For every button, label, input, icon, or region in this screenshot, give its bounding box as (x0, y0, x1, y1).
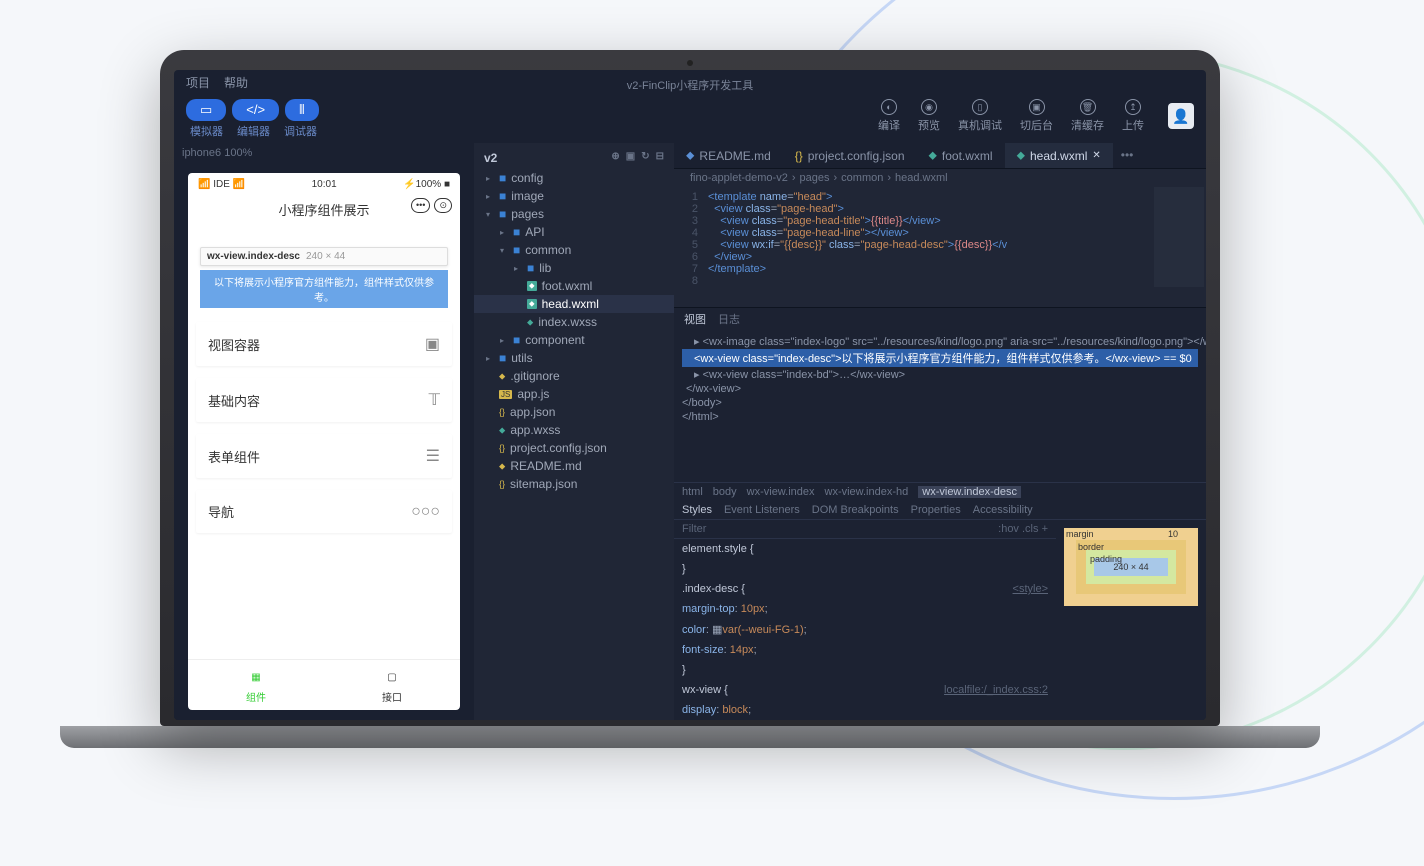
tab-api[interactable]: ▢接口 (324, 660, 460, 710)
file-gitignore[interactable]: ⬥.gitignore (474, 367, 674, 385)
dots-icon: ○○○ (411, 503, 440, 521)
file-app-json[interactable]: {}app.json (474, 403, 674, 421)
styles-panel[interactable]: Filter:hov .cls + element.style { } <sty… (674, 520, 1056, 720)
editor-panel: ⬥README.md {}project.config.json ⬥foot.w… (674, 143, 1206, 720)
file-sitemap[interactable]: {}sitemap.json (474, 475, 674, 493)
folder-config[interactable]: ▸■config (474, 169, 674, 187)
file-index-wxss[interactable]: ⬥index.wxss (474, 313, 674, 331)
elements-tree[interactable]: ▸ <wx-image class="index-logo" src="../r… (674, 330, 1206, 482)
collapse-icon[interactable]: ⊟ (656, 151, 664, 165)
camera-dot (687, 60, 693, 66)
folder-pages[interactable]: ▾■pages (474, 205, 674, 223)
dom-breakpoints-tab[interactable]: DOM Breakpoints (812, 504, 899, 516)
project-root[interactable]: v2 (484, 151, 497, 165)
mode-editor-button[interactable]: </> (232, 99, 279, 121)
breadcrumb: fino-applet-demo-v2›pages›common›head.wx… (674, 169, 1206, 187)
devtools: 视图日志 ▸ <wx-image class="index-logo" src=… (674, 307, 1206, 720)
avatar[interactable]: 👤 (1168, 103, 1194, 129)
list-item[interactable]: 基础内容𝕋 (196, 378, 452, 422)
highlighted-element: 以下将展示小程序官方组件能力，组件样式仅供参考。 (200, 270, 448, 308)
accessibility-tab[interactable]: Accessibility (973, 504, 1033, 516)
folder-common[interactable]: ▾■common (474, 241, 674, 259)
devtools-tab-console[interactable]: 日志 (718, 311, 740, 327)
capsule-menu-icon[interactable]: ••• (411, 198, 430, 213)
trash-icon: 🗑 (1080, 99, 1096, 115)
preview-button[interactable]: ◉预览 (918, 99, 940, 133)
event-listeners-tab[interactable]: Event Listeners (724, 504, 800, 516)
upload-button[interactable]: ↥上传 (1122, 99, 1144, 133)
mode-simulator-label: 模拟器 (190, 123, 223, 139)
chip-icon: ▢ (330, 666, 454, 689)
editor-tabs: ⬥README.md {}project.config.json ⬥foot.w… (674, 143, 1206, 169)
page-title: 小程序组件展示 •••⊙ (188, 196, 460, 223)
status-battery: ⚡100% ■ (403, 179, 450, 190)
elements-breadcrumb: html body wx-view.index wx-view.index-hd… (674, 482, 1206, 501)
simulator-panel: iphone6 100% 📶 IDE 📶 10:01 ⚡100% ■ 小程序组件… (174, 143, 474, 720)
box-icon: ▣ (425, 334, 440, 354)
background-button[interactable]: ▣切后台 (1020, 99, 1053, 133)
mode-editor-label: 编辑器 (237, 123, 270, 139)
grid-icon: ▦ (194, 666, 318, 689)
file-foot-wxml[interactable]: ⬥foot.wxml (474, 277, 674, 295)
eye-icon: ◉ (921, 99, 937, 115)
inspect-tooltip: wx-view.index-desc240 × 44 (200, 247, 448, 266)
tab-project-config[interactable]: {}project.config.json (783, 143, 917, 168)
status-signal: 📶 IDE 📶 (198, 179, 245, 190)
compile-icon: ◐ (881, 99, 897, 115)
compile-button[interactable]: ◐编译 (878, 99, 900, 133)
mode-simulator-button[interactable]: ▭ (186, 99, 226, 121)
list-item[interactable]: 视图容器▣ (196, 322, 452, 366)
folder-image[interactable]: ▸■image (474, 187, 674, 205)
new-file-icon[interactable]: ⊕ (611, 151, 619, 165)
text-icon: 𝕋 (429, 390, 440, 410)
switch-icon: ▣ (1029, 99, 1045, 115)
devtools-tab-elements[interactable]: 视图 (684, 311, 706, 327)
more-tabs-icon[interactable]: ••• (1113, 143, 1142, 168)
styles-tab[interactable]: Styles (682, 504, 712, 516)
status-time: 10:01 (312, 179, 337, 190)
properties-tab[interactable]: Properties (911, 504, 961, 516)
mode-debugger-label: 调试器 (284, 123, 317, 139)
laptop-frame: 项目 帮助 v2-FinClip小程序开发工具 ▭ </> ⫴ 模拟器 编辑器 … (160, 50, 1220, 748)
refresh-icon[interactable]: ↻ (641, 151, 649, 165)
list-item[interactable]: 导航○○○ (196, 490, 452, 533)
phone-preview: 📶 IDE 📶 10:01 ⚡100% ■ 小程序组件展示 •••⊙ wx-vi… (188, 173, 460, 710)
device-label: iphone6 100% (174, 143, 474, 163)
phone-icon: ▯ (972, 99, 988, 115)
list-icon: ☰ (426, 446, 440, 466)
mode-debugger-button[interactable]: ⫴ (285, 99, 318, 121)
list-item[interactable]: 表单组件☰ (196, 434, 452, 478)
code-editor[interactable]: 1<template name="head"> 2 <view class="p… (674, 187, 1206, 307)
close-tab-icon[interactable]: ✕ (1092, 150, 1100, 161)
folder-lib[interactable]: ▸■lib (474, 259, 674, 277)
folder-api[interactable]: ▸■API (474, 223, 674, 241)
folder-utils[interactable]: ▸■utils (474, 349, 674, 367)
remote-debug-button[interactable]: ▯真机调试 (958, 99, 1002, 133)
tab-head-wxml[interactable]: ⬥head.wxml✕ (1005, 143, 1113, 168)
file-head-wxml[interactable]: ⬥head.wxml (474, 295, 674, 313)
file-explorer: v2 ⊕ ▣ ↻ ⊟ ▸■config ▸■image ▾■pages ▸■API ▾… (474, 143, 674, 720)
clear-cache-button[interactable]: 🗑清缓存 (1071, 99, 1104, 133)
file-project-config[interactable]: {}project.config.json (474, 439, 674, 457)
capsule-close-icon[interactable]: ⊙ (434, 198, 452, 213)
ide-window: 项目 帮助 v2-FinClip小程序开发工具 ▭ </> ⫴ 模拟器 编辑器 … (174, 70, 1206, 720)
filter-input[interactable]: Filter (682, 523, 706, 535)
new-folder-icon[interactable]: ▣ (626, 151, 635, 165)
tab-readme[interactable]: ⬥README.md (674, 143, 783, 168)
tab-components[interactable]: ▦组件 (188, 660, 324, 710)
laptop-base (60, 726, 1320, 748)
toolbar: ▭ </> ⫴ 模拟器 编辑器 调试器 ◐编译 ◉预览 ▯真机调试 ▣切后台 🗑… (174, 93, 1206, 143)
window-title: v2-FinClip小程序开发工具 (174, 77, 1206, 93)
file-readme[interactable]: ⬥README.md (474, 457, 674, 475)
file-app-wxss[interactable]: ⬥app.wxss (474, 421, 674, 439)
box-model: margin 10 border padding 240 × 44 (1056, 520, 1206, 640)
file-app-js[interactable]: JSapp.js (474, 385, 674, 403)
minimap[interactable] (1154, 187, 1204, 287)
upload-icon: ↥ (1125, 99, 1141, 115)
tab-foot-wxml[interactable]: ⬥foot.wxml (917, 143, 1005, 168)
folder-component[interactable]: ▸■component (474, 331, 674, 349)
